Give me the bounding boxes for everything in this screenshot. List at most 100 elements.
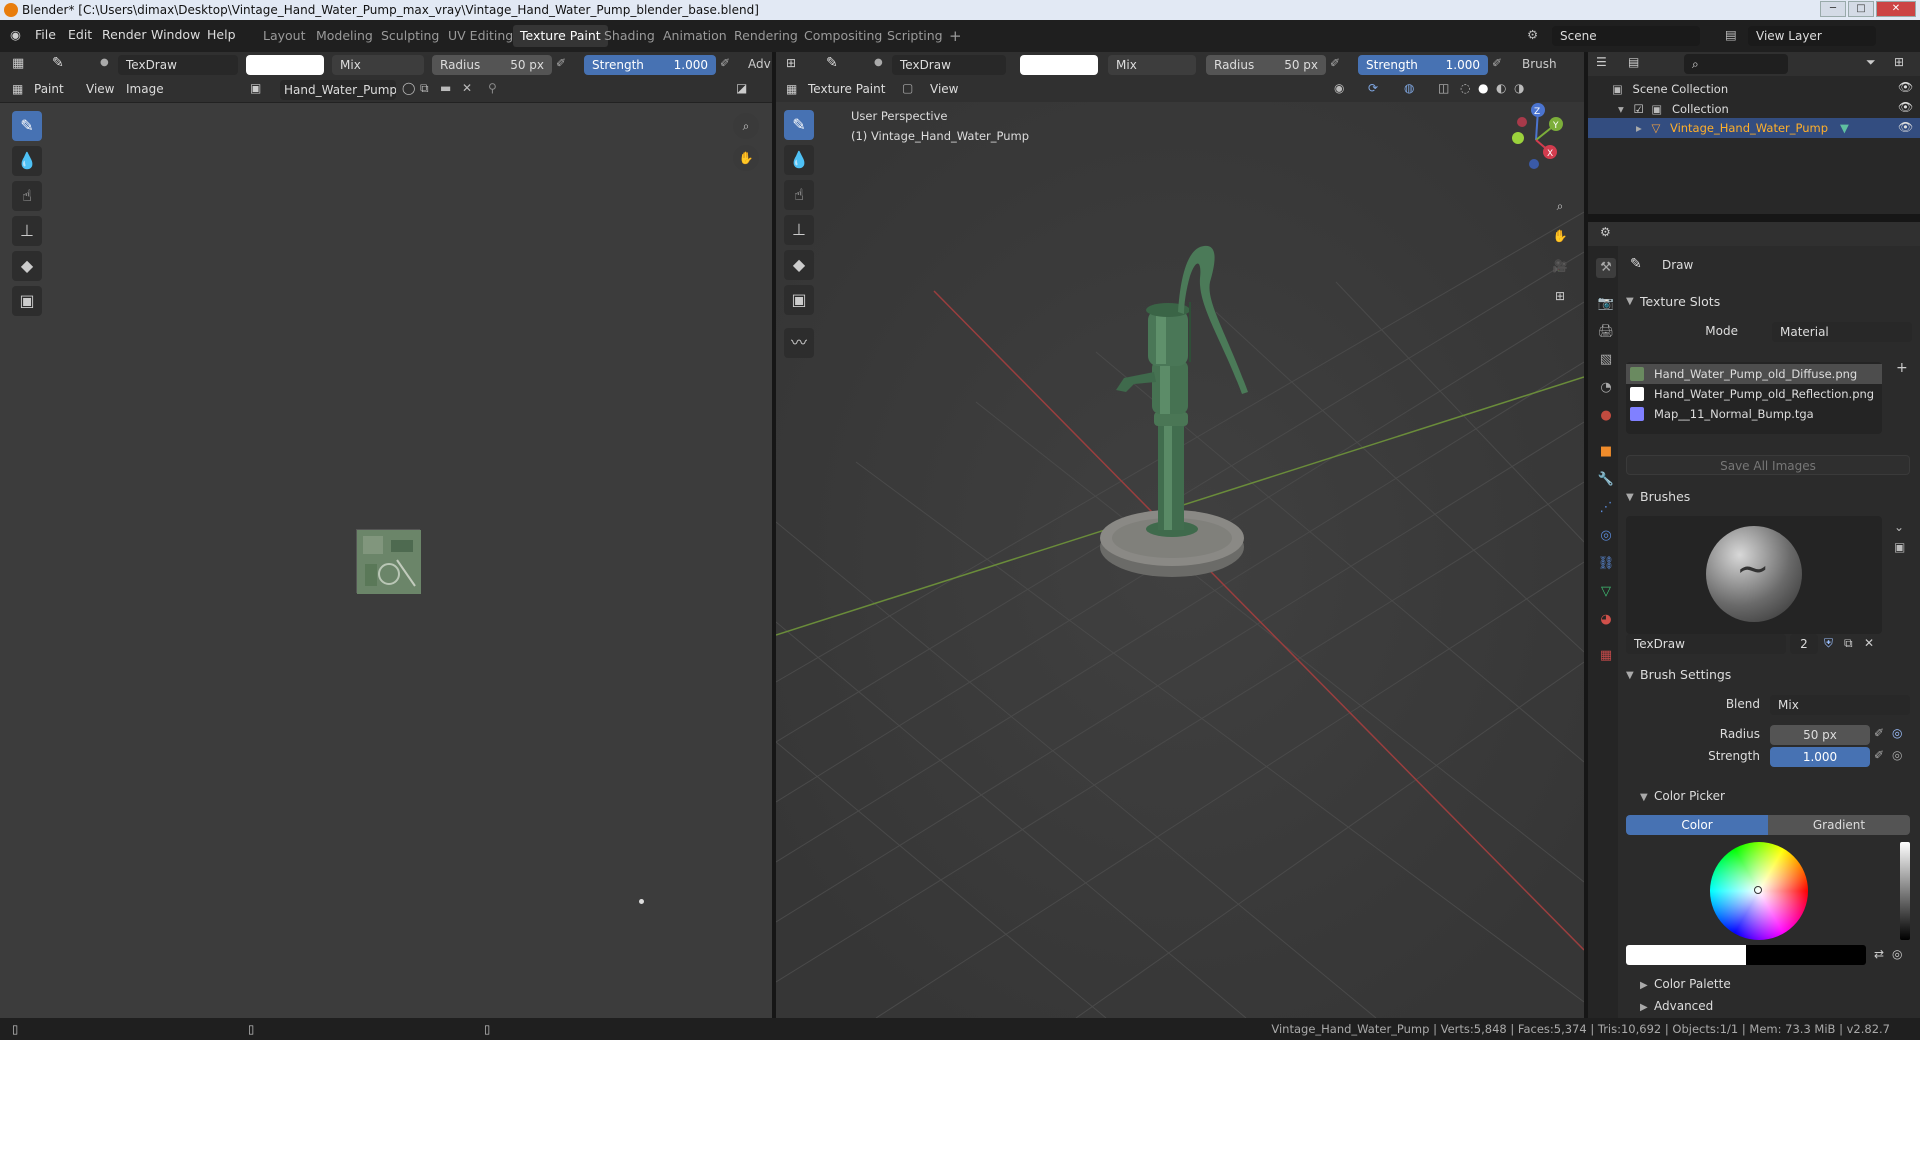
physics-tab-icon[interactable]: ◎: [1596, 526, 1616, 546]
color-wheel[interactable]: [1710, 842, 1808, 940]
draw-tool-icon[interactable]: ✎: [12, 111, 42, 141]
brush-strength-extra-icon[interactable]: ◎: [1892, 748, 1902, 762]
tab-uv-editing[interactable]: UV Editing: [441, 25, 520, 47]
strength-field[interactable]: Strength 1.000: [584, 55, 716, 75]
viewport-mask-tool-icon[interactable]: ▣: [784, 285, 814, 315]
overlay-icon[interactable]: ◍: [1404, 81, 1414, 95]
visibility-eye-icon-2[interactable]: 👁: [1898, 100, 1913, 114]
blender-menu-icon[interactable]: ◉: [10, 27, 21, 42]
color-palette-expand-icon[interactable]: ▶: [1640, 980, 1648, 991]
radius-field[interactable]: Radius 50 px: [432, 55, 552, 75]
menu-render[interactable]: Render: [102, 27, 147, 42]
texture-slot-item[interactable]: Map__11_Normal_Bump.tga: [1626, 404, 1882, 424]
tab-modeling[interactable]: Modeling: [309, 25, 380, 47]
tab-texture-paint[interactable]: Texture Paint: [513, 25, 608, 47]
color-picker-collapse-icon[interactable]: ▼: [1640, 792, 1648, 803]
color-wheel-cursor[interactable]: [1754, 886, 1762, 894]
fake-user-icon[interactable]: ◯: [402, 81, 415, 95]
brush-custom-icon[interactable]: ▣: [1894, 540, 1905, 554]
output-tab-icon[interactable]: 🖨: [1596, 322, 1616, 342]
brush-strength-pressure-icon[interactable]: ✐: [1874, 748, 1884, 762]
color-tab[interactable]: Color: [1626, 815, 1768, 835]
brush-settings-title[interactable]: Brush Settings: [1640, 667, 1731, 682]
viewport-clone-tool-icon[interactable]: ⊥: [784, 215, 814, 245]
brush-settings-collapse-icon[interactable]: ▼: [1626, 670, 1634, 681]
advanced-expand-icon[interactable]: ▶: [1640, 1002, 1648, 1013]
value-slider[interactable]: [1900, 842, 1910, 940]
view-layer-icon[interactable]: ▤: [1725, 27, 1737, 42]
collection-expand-icon[interactable]: ▾: [1618, 102, 1624, 116]
wireframe-shading-icon[interactable]: ◌: [1460, 81, 1470, 95]
texture-slot-item[interactable]: Hand_Water_Pump_old_Reflection.png: [1626, 384, 1882, 404]
properties-editor-type-icon[interactable]: ⚙: [1600, 225, 1611, 239]
object-expand-icon[interactable]: ▸: [1636, 121, 1642, 135]
scene-field[interactable]: Scene: [1552, 26, 1700, 46]
outliner-display-mode-icon[interactable]: ▤: [1628, 55, 1639, 69]
particles-tab-icon[interactable]: ⋰: [1596, 498, 1616, 518]
modifier-tab-icon[interactable]: 🔧: [1596, 470, 1616, 490]
material-tab-icon[interactable]: ◕: [1596, 610, 1616, 630]
brush-strength-field[interactable]: 1.000: [1770, 747, 1870, 767]
pan-hand-icon[interactable]: ✋: [733, 145, 759, 171]
outliner-filter-icon[interactable]: ⏷: [1866, 55, 1876, 70]
tab-shading[interactable]: Shading: [597, 25, 662, 47]
outliner-search-input[interactable]: ⌕: [1684, 54, 1788, 74]
brush-icon[interactable]: ✎: [52, 55, 64, 71]
menu-file[interactable]: File: [35, 27, 56, 42]
brush-name-field[interactable]: TexDraw: [118, 55, 238, 75]
viewport-draw-tool-icon[interactable]: ✎: [784, 110, 814, 140]
visibility-eye-icon-1[interactable]: 👁: [1898, 80, 1913, 94]
brush-radius-pressure-icon[interactable]: ✐: [1874, 726, 1884, 740]
menu-help[interactable]: Help: [207, 27, 236, 42]
texture-slot-item[interactable]: Hand_Water_Pump_old_Diffuse.png: [1626, 364, 1882, 384]
close-button[interactable]: ✕: [1876, 1, 1916, 17]
swap-colors-icon[interactable]: ⇄: [1874, 947, 1884, 961]
zoom-icon[interactable]: ⌕: [733, 113, 759, 139]
viewport-radius-pressure-icon[interactable]: ✐: [1330, 56, 1340, 70]
view-layer-field[interactable]: View Layer: [1748, 26, 1876, 46]
annotate-tool-icon[interactable]: 〰: [784, 328, 814, 358]
editor-type-icon[interactable]: ▦: [12, 56, 24, 71]
viewport-editor-type-icon[interactable]: ⊞: [786, 56, 796, 70]
image-browse-icon[interactable]: ▣: [250, 81, 261, 95]
color-picker-title[interactable]: Color Picker: [1654, 789, 1725, 803]
brush-color-swatch[interactable]: [246, 55, 324, 75]
image-menu[interactable]: Image: [126, 82, 164, 96]
viewport-3d[interactable]: ✎ 💧 ☝ ⊥ ◆ ▣ 〰 User Perspective (1) Vinta…: [776, 102, 1584, 1018]
solid-shading-icon[interactable]: ●: [1478, 81, 1488, 95]
render-tab-icon[interactable]: 📷: [1596, 294, 1616, 314]
material-shading-icon[interactable]: ◐: [1496, 81, 1506, 95]
add-slot-icon[interactable]: +: [1896, 360, 1908, 376]
viewport-strength-pressure-icon[interactable]: ✐: [1492, 56, 1502, 70]
maximize-button[interactable]: □: [1848, 1, 1874, 17]
color-palette-title[interactable]: Color Palette: [1654, 977, 1731, 991]
data-tab-icon[interactable]: ▽: [1596, 582, 1616, 602]
tool-tab-icon[interactable]: ⚒: [1596, 258, 1616, 278]
unlink-brush-icon[interactable]: ✕: [1864, 636, 1874, 650]
add-workspace-button[interactable]: +: [942, 25, 969, 47]
fake-user-shield-icon[interactable]: ⛨: [1824, 636, 1833, 651]
viewport-zoom-icon[interactable]: ⌕: [1548, 194, 1572, 218]
soften-tool-icon[interactable]: 💧: [12, 146, 42, 176]
texture-tab-icon[interactable]: ▦: [1596, 646, 1616, 666]
viewport-color-swatch[interactable]: [1020, 55, 1098, 75]
outliner-editor-type-icon[interactable]: ☰: [1596, 55, 1607, 69]
radius-pressure-icon[interactable]: ✐: [556, 56, 566, 70]
brushes-collapse-icon[interactable]: ▼: [1626, 492, 1634, 503]
rendered-shading-icon[interactable]: ◑: [1514, 81, 1524, 95]
viewport-brush-icon[interactable]: ✎: [826, 55, 838, 71]
image-view-menu[interactable]: View: [86, 82, 114, 96]
advanced-menu[interactable]: Adv: [748, 57, 771, 71]
minimize-button[interactable]: ─: [1820, 1, 1846, 17]
brushes-title[interactable]: Brushes: [1640, 489, 1690, 504]
scene-icon[interactable]: ⚙: [1527, 27, 1538, 42]
brush-specials-icon[interactable]: ⌄: [1894, 520, 1904, 534]
camera-view-icon[interactable]: 🎥: [1548, 254, 1572, 278]
paint-mode-dropdown[interactable]: Paint: [34, 82, 64, 96]
gradient-tab[interactable]: Gradient: [1768, 815, 1910, 835]
viewport-brush-menu[interactable]: Brush: [1522, 57, 1557, 71]
object-row[interactable]: ▸ ▽ Vintage_Hand_Water_Pump ▼: [1588, 118, 1920, 138]
display-channels-icon[interactable]: ◪: [736, 81, 747, 95]
gizmo-icon[interactable]: ⟳: [1368, 81, 1378, 95]
visibility-eye-icon-3[interactable]: 👁: [1898, 120, 1913, 134]
